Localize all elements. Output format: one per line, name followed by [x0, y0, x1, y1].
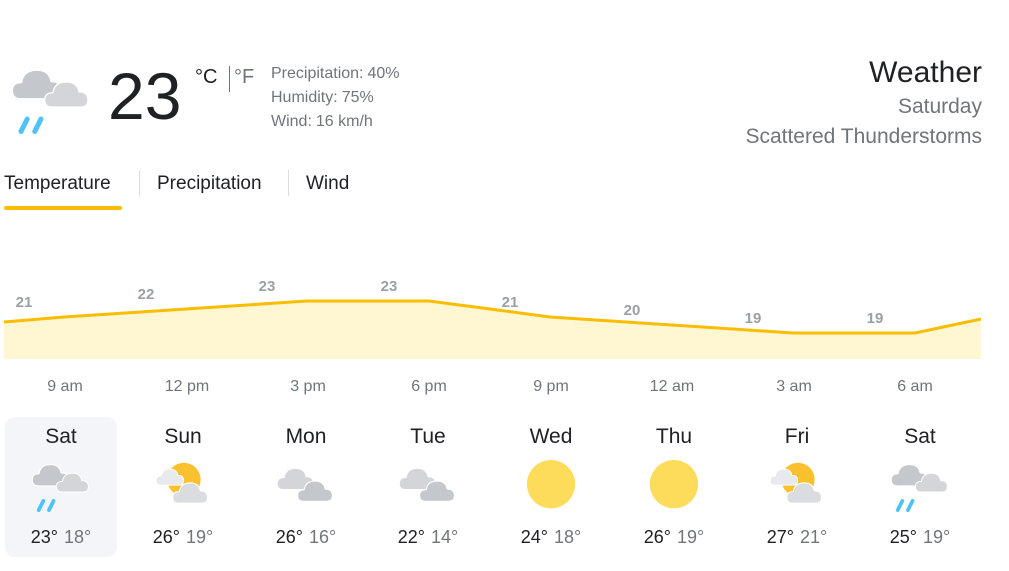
forecast-low: 16°	[309, 527, 337, 547]
tab-divider	[139, 170, 140, 196]
forecast-temps: 26° 19°	[618, 527, 730, 548]
partly-cloudy-icon	[764, 460, 830, 512]
forecast-day-thu[interactable]: Thu 26° 19°	[618, 417, 730, 557]
hour-label: 3 pm	[290, 378, 326, 395]
forecast-high: 26°	[643, 527, 671, 547]
thunderstorm-icon	[11, 69, 89, 134]
chart-value-label: 22	[138, 286, 155, 303]
tab-wind[interactable]: Wind	[306, 172, 349, 196]
forecast-high: 23°	[30, 527, 58, 547]
hour-label: 12 pm	[164, 378, 210, 395]
forecast-day-name: Mon	[285, 425, 327, 448]
forecast-day-sat[interactable]: Sat 23° 18°	[5, 417, 117, 557]
forecast-day-mon[interactable]: Mon 26° 16°	[250, 417, 362, 557]
forecast-high: 27°	[766, 527, 794, 547]
hour-label: 12 am	[649, 378, 695, 395]
forecast-high: 22°	[397, 527, 425, 547]
forecast-high: 26°	[275, 527, 303, 547]
partly-cloudy-icon	[150, 460, 216, 512]
celsius-toggle[interactable]: °C	[195, 66, 217, 89]
tab-precipitation[interactable]: Precipitation	[157, 172, 262, 196]
hour-label: 6 pm	[411, 378, 447, 395]
forecast-low: 18°	[554, 527, 582, 547]
tab-temperature[interactable]: Temperature	[4, 172, 111, 196]
precipitation-detail: Precipitation: 40%	[271, 62, 400, 86]
fahrenheit-toggle[interactable]: °F	[234, 66, 254, 89]
weather-title: Weather	[869, 56, 982, 89]
forecast-day-name: Tue	[410, 425, 446, 448]
selected-day-label: Saturday	[897, 95, 982, 118]
forecast-low: 19°	[923, 527, 951, 547]
wind-label: Wind:	[271, 113, 312, 130]
forecast-high: 26°	[152, 527, 180, 547]
forecast-day-name: Wed	[529, 425, 573, 448]
chart-value-label: 23	[381, 278, 398, 295]
sunny-icon	[641, 460, 707, 512]
forecast-temps: 24° 18°	[495, 527, 607, 548]
forecast-low: 14°	[431, 527, 459, 547]
hour-label: 6 am	[897, 378, 933, 395]
chart-value-label: 23	[259, 278, 276, 295]
forecast-temps: 22° 14°	[372, 527, 484, 548]
forecast-temps: 26° 16°	[250, 527, 362, 548]
forecast-low: 18°	[64, 527, 92, 547]
forecast-day-wed[interactable]: Wed 24° 18°	[495, 417, 607, 557]
forecast-day-name: Fri	[784, 425, 810, 448]
cloudy-icon	[273, 460, 339, 512]
wind-detail: Wind: 16 km/h	[271, 110, 373, 134]
sunny-icon	[518, 460, 584, 512]
forecast-day-name: Sat	[45, 425, 77, 448]
forecast-temps: 27° 21°	[741, 527, 853, 548]
forecast-temps: 25° 19°	[864, 527, 976, 548]
cloudy-icon	[395, 460, 461, 512]
chart-value-label: 19	[745, 310, 762, 327]
condition-label: Scattered Thunderstorms	[745, 125, 982, 148]
forecast-day-sun[interactable]: Sun 26° 19°	[127, 417, 239, 557]
forecast-day-sat[interactable]: Sat 25° 19°	[864, 417, 976, 557]
hour-label: 3 am	[776, 378, 812, 395]
forecast-high: 24°	[520, 527, 548, 547]
hour-label: 9 pm	[533, 378, 569, 395]
precipitation-value: 40%	[367, 65, 400, 82]
temperature-chart: 21 22 23 23 21 20 19 19	[3, 278, 982, 359]
hour-label: 9 am	[47, 378, 83, 395]
humidity-value: 75%	[341, 89, 374, 106]
thunderstorm-icon	[28, 460, 94, 512]
forecast-day-name: Thu	[655, 425, 693, 448]
unit-divider	[229, 66, 230, 92]
current-temperature: 23	[108, 59, 182, 133]
wind-value: 16 km/h	[315, 113, 373, 130]
forecast-low: 19°	[677, 527, 705, 547]
forecast-day-fri[interactable]: Fri 27° 21°	[741, 417, 853, 557]
forecast-temps: 23° 18°	[5, 527, 117, 548]
forecast-low: 21°	[800, 527, 828, 547]
precipitation-label: Precipitation:	[271, 65, 364, 82]
current-weather-icon	[8, 64, 94, 134]
chart-value-label: 21	[502, 294, 519, 311]
active-tab-indicator	[4, 206, 122, 210]
chart-value-label: 19	[867, 310, 884, 327]
chart-value-label: 21	[16, 294, 33, 311]
forecast-low: 19°	[186, 527, 214, 547]
weather-header: Weather Saturday Scattered Thunderstorms	[745, 54, 982, 152]
forecast-high: 25°	[889, 527, 917, 547]
forecast-day-tue[interactable]: Tue 22° 14°	[372, 417, 484, 557]
forecast-temps: 26° 19°	[127, 527, 239, 548]
tab-divider	[288, 170, 289, 196]
chart-value-label: 20	[624, 302, 641, 319]
thunderstorm-icon	[887, 460, 953, 512]
forecast-day-name: Sat	[904, 425, 936, 448]
humidity-label: Humidity:	[271, 89, 338, 106]
humidity-detail: Humidity: 75%	[271, 86, 374, 110]
forecast-day-name: Sun	[164, 425, 202, 448]
